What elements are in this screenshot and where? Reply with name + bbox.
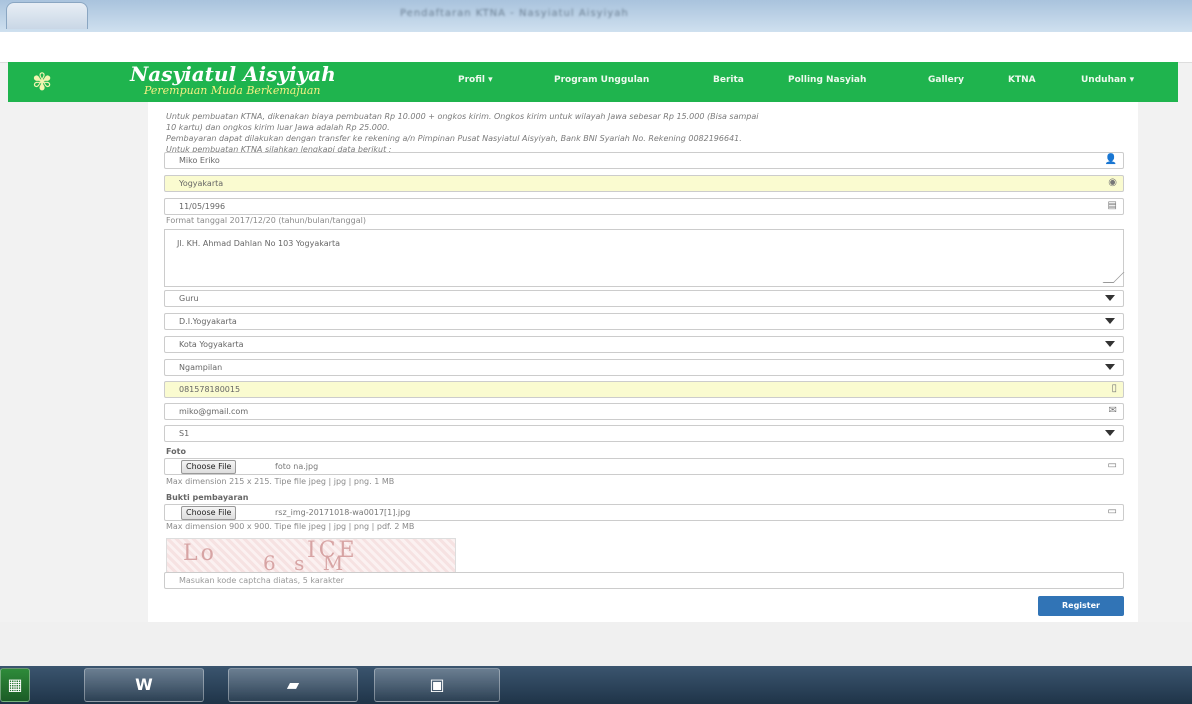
captcha-placeholder: Masukan kode captcha diatas, 5 karakter [179, 576, 344, 585]
photo-choose-file-button[interactable]: Choose File [181, 460, 237, 474]
education-select[interactable]: S1 [164, 425, 1124, 442]
browser-title: Pendaftaran KTNA - Nasyiatul Aisyiyah [400, 8, 629, 19]
proof-file-name: rsz_img-20171018-wa0017[1].jpg [275, 508, 411, 517]
address-value: Jl. KH. Ahmad Dahlan No 103 Yogyakarta [177, 239, 340, 248]
address-textarea[interactable]: Jl. KH. Ahmad Dahlan No 103 Yogyakarta [164, 229, 1125, 287]
nav-item-berita[interactable]: Berita [713, 75, 744, 85]
intro-line: Untuk pembuatan KTNA, dikenakan biaya pe… [166, 112, 759, 121]
nav-item-ktna[interactable]: KTNA [1008, 75, 1036, 85]
date-format-help: Format tanggal 2017/12/20 (tahun/bulan/t… [166, 216, 366, 225]
proof-help: Max dimension 900 x 900. Tipe file jpeg … [166, 522, 415, 531]
control-panel-icon[interactable]: ▣ [374, 668, 500, 702]
job-value: Guru [179, 294, 199, 303]
word-icon[interactable]: W [84, 668, 204, 702]
envelope-icon: ✉ [1108, 405, 1117, 416]
calendar-icon: ▤ [1107, 200, 1117, 211]
captcha-glyphs-1: Lo [183, 541, 217, 566]
browser-tab-strip: Pendaftaran KTNA - Nasyiatul Aisyiyah [0, 0, 1192, 32]
intro-text: Untuk pembuatan KTNA, dikenakan biaya pe… [166, 111, 1126, 155]
browser-tab[interactable] [6, 2, 88, 29]
browser-toolbar [0, 32, 1192, 63]
birth-date-field[interactable]: 11/05/1996 ▤ [164, 198, 1124, 215]
proof-label: Bukti pembayaran [166, 493, 249, 502]
brand-subtitle: Perempuan Muda Berkemajuan [144, 84, 321, 97]
brand-title[interactable]: Nasyiatul Aisyiyah [130, 62, 336, 86]
birth-date-value: 11/05/1996 [179, 202, 226, 211]
captcha-input[interactable]: Masukan kode captcha diatas, 5 karakter [164, 572, 1124, 589]
name-field[interactable]: Miko Eriko 👤 [164, 152, 1124, 169]
intro-line: 10 kartu) dan ongkos kirim luar Jawa ada… [166, 123, 390, 132]
phone-field[interactable]: 081578180015 ▯ [164, 381, 1124, 398]
user-icon: 👤 [1104, 154, 1117, 165]
photo-help: Max dimension 215 x 215. Tipe file jpeg … [166, 477, 395, 486]
district-select[interactable]: Ngampilan [164, 359, 1124, 376]
chevron-down-icon [1105, 341, 1115, 347]
resize-handle-icon[interactable] [1102, 272, 1125, 283]
folder-icon: ▭ [1107, 506, 1117, 517]
district-value: Ngampilan [179, 363, 223, 372]
nav-item-polling-nasyiah[interactable]: Polling Nasyiah [788, 75, 866, 85]
excel-icon[interactable]: ▦ [0, 668, 30, 702]
birth-place-value: Yogyakarta [179, 179, 224, 188]
phone-icon: ▯ [1111, 383, 1117, 394]
phone-value: 081578180015 [179, 385, 241, 394]
nav-item-unduhan[interactable]: Unduhan ▾ [1081, 75, 1134, 85]
chevron-down-icon [1105, 364, 1115, 370]
windows-taskbar: ▦ W ▰ ▣ [0, 666, 1192, 704]
intro-line: Pembayaran dapat dilakukan dengan transf… [166, 134, 742, 143]
email-value: miko@gmail.com [179, 407, 249, 416]
education-value: S1 [179, 429, 190, 438]
site-navbar: ✾ Nasyiatul Aisyiyah Perempuan Muda Berk… [8, 62, 1178, 102]
photo-label: Foto [166, 447, 186, 456]
location-icon: ◉ [1108, 177, 1117, 188]
email-field[interactable]: miko@gmail.com ✉ [164, 403, 1124, 420]
chevron-down-icon [1105, 295, 1115, 301]
city-value: Kota Yogyakarta [179, 340, 244, 349]
proof-file-input[interactable]: Choose File rsz_img-20171018-wa0017[1].j… [164, 504, 1124, 521]
name-value: Miko Eriko [179, 156, 220, 165]
photo-file-input[interactable]: Choose File foto na.jpg ▭ [164, 458, 1124, 475]
chevron-down-icon [1105, 430, 1115, 436]
page-footer-area [0, 622, 1192, 666]
proof-choose-file-button[interactable]: Choose File [181, 506, 237, 520]
province-select[interactable]: D.I.Yogyakarta [164, 313, 1124, 330]
nav-item-gallery[interactable]: Gallery [928, 75, 964, 85]
registration-page: Untuk pembuatan KTNA, dikenakan biaya pe… [148, 102, 1138, 622]
wheat-logo-icon[interactable]: ✾ [20, 66, 64, 98]
captcha-glyphs-3: ICE [307, 538, 358, 563]
chevron-down-icon [1105, 318, 1115, 324]
register-button[interactable]: Register [1038, 596, 1124, 616]
folder-icon: ▭ [1107, 460, 1117, 471]
city-select[interactable]: Kota Yogyakarta [164, 336, 1124, 353]
province-value: D.I.Yogyakarta [179, 317, 237, 326]
folder-icon[interactable]: ▰ [228, 668, 358, 702]
captcha-image: Lo 6 s M ICE [166, 538, 456, 575]
photo-file-name: foto na.jpg [275, 462, 319, 471]
nav-item-program-unggulan[interactable]: Program Unggulan [554, 75, 649, 85]
nav-item-profil[interactable]: Profil ▾ [458, 75, 493, 85]
birth-place-field[interactable]: Yogyakarta ◉ [164, 175, 1124, 192]
job-select[interactable]: Guru [164, 290, 1124, 307]
